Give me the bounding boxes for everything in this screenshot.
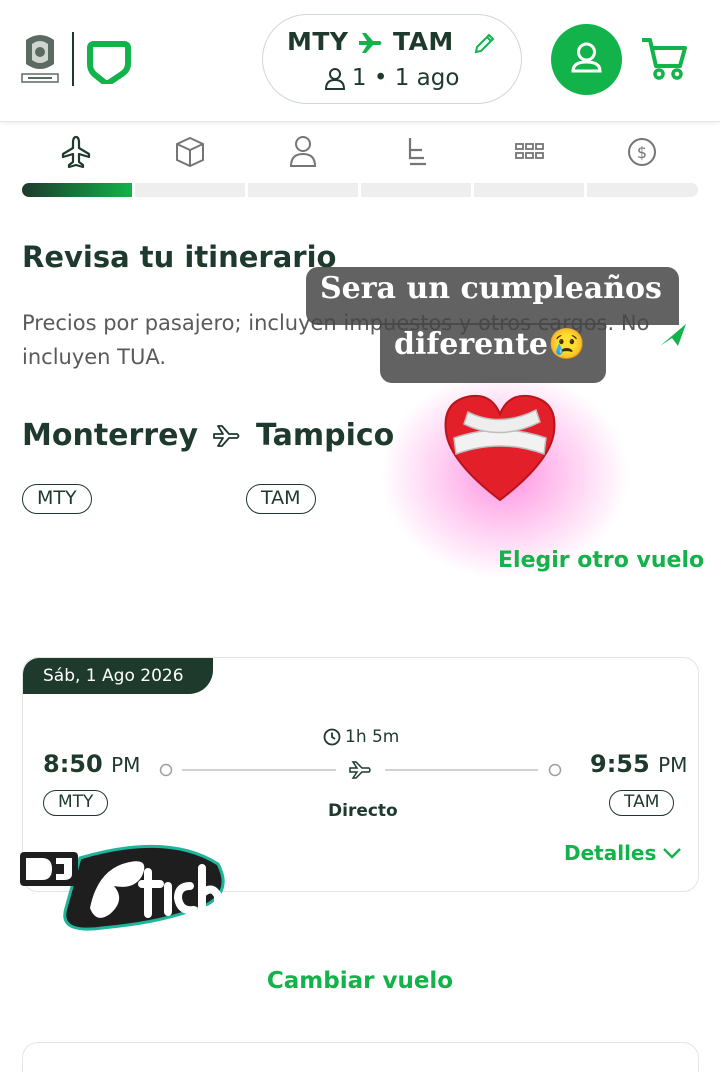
mending-heart-icon xyxy=(444,394,556,502)
progress-segment xyxy=(474,183,584,197)
progress-segment-active xyxy=(22,183,132,197)
dj-watermark-logo xyxy=(20,844,225,931)
booking-steps: $ xyxy=(20,134,700,174)
account-button[interactable] xyxy=(551,24,622,95)
progress-segment xyxy=(361,183,471,197)
departure-time-value: 8:50 xyxy=(43,750,103,778)
route-cities: Monterrey Tampico xyxy=(22,418,394,453)
progress-segment xyxy=(248,183,358,197)
dot-separator: • xyxy=(373,65,388,91)
details-toggle[interactable]: Detalles xyxy=(564,841,682,865)
route-summary-pill[interactable]: MTY TAM 1 • 1 ago xyxy=(262,14,522,104)
details-label: Detalles xyxy=(564,841,657,865)
origin-city: Monterrey xyxy=(22,418,199,453)
destination-city: Tampico xyxy=(256,418,395,453)
flight-step-icon[interactable] xyxy=(60,134,92,170)
seat-step-icon[interactable] xyxy=(400,134,432,170)
origin-code: MTY xyxy=(286,27,349,56)
top-header: MTY TAM 1 • 1 ago xyxy=(0,0,720,122)
arrival-ampm: PM xyxy=(658,753,688,777)
stops-label: Directo xyxy=(328,801,398,821)
payment-step-icon[interactable]: $ xyxy=(626,134,658,170)
logo-separator xyxy=(72,32,74,86)
story-caption-line-1: Sera un cumpleaños xyxy=(306,267,679,325)
duration-text: 1h 5m xyxy=(345,727,400,747)
user-icon xyxy=(571,42,602,73)
destination-code: TAM xyxy=(392,27,454,56)
origin-code-chip: MTY xyxy=(22,484,92,514)
svg-text:$: $ xyxy=(637,143,647,162)
departure-ampm: PM xyxy=(111,753,141,777)
arrival-time: 9:55 PM xyxy=(590,750,687,778)
progress-bar xyxy=(22,183,698,197)
baggage-step-icon[interactable] xyxy=(174,134,206,170)
send-arrow-icon xyxy=(660,324,686,346)
route-codes: MTY TAM xyxy=(263,27,521,56)
page-title: Revisa tu itinerario xyxy=(22,240,337,274)
passenger-date: 1 • 1 ago xyxy=(263,65,521,91)
flight-date-tab: Sáb, 1 Ago 2026 xyxy=(23,658,213,694)
passenger-step-icon[interactable] xyxy=(287,134,319,170)
destination-code-chip: TAM xyxy=(246,484,316,514)
cart-icon[interactable] xyxy=(640,36,688,80)
progress-segment xyxy=(587,183,698,197)
story-caption-line-2: diferente😢 xyxy=(380,323,606,383)
progress-segment xyxy=(135,183,245,197)
next-section-card xyxy=(22,1042,699,1072)
card-origin-chip: MTY xyxy=(43,790,109,816)
passenger-icon xyxy=(324,67,345,90)
chevron-down-icon xyxy=(663,848,682,859)
edit-pencil-icon[interactable] xyxy=(473,31,497,55)
mexico-seal-icon xyxy=(21,35,59,83)
airline-logo-icon[interactable] xyxy=(86,36,132,84)
extras-step-icon[interactable] xyxy=(514,134,546,170)
flight-duration: 1h 5m xyxy=(323,727,399,747)
route-track xyxy=(159,761,562,779)
plane-icon xyxy=(358,33,382,53)
plane-outline-icon xyxy=(213,424,240,447)
travel-date: 1 ago xyxy=(394,65,460,91)
card-destination-chip: TAM xyxy=(609,790,675,816)
passenger-count: 1 xyxy=(351,65,367,91)
arrival-time-value: 9:55 xyxy=(590,750,650,778)
clock-icon xyxy=(323,728,341,746)
departure-time: 8:50 PM xyxy=(43,750,140,778)
choose-other-flight-link[interactable]: Elegir otro vuelo xyxy=(498,548,704,573)
change-flight-button[interactable]: Cambiar vuelo xyxy=(0,968,720,994)
